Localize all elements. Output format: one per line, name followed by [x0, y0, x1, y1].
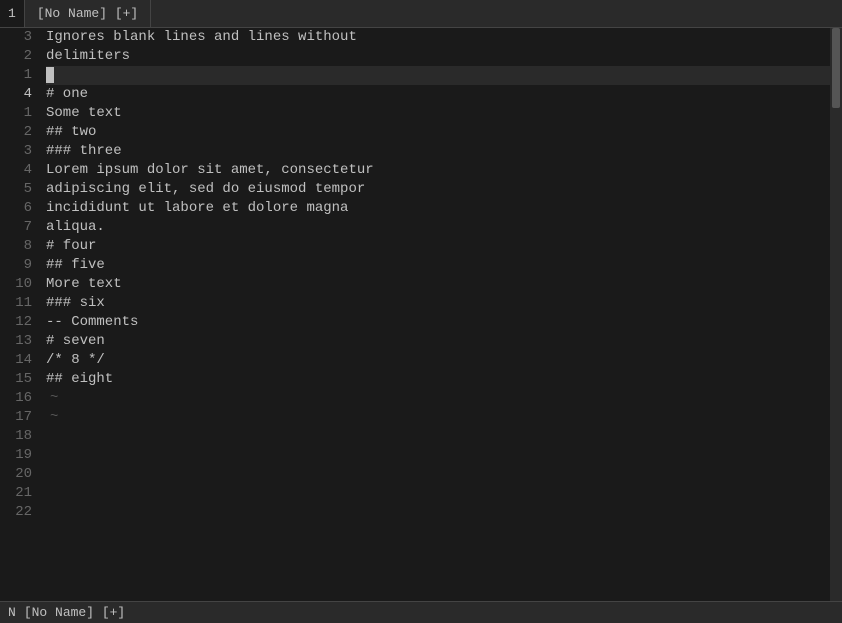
scrollbar-thumb[interactable] — [832, 28, 840, 108]
line-number: 2 — [6, 47, 32, 66]
line-number: 14 — [6, 351, 32, 370]
tab-item[interactable]: [No Name] [+] — [25, 0, 151, 27]
line-number: 5 — [6, 180, 32, 199]
line-number: 15 — [6, 370, 32, 389]
line-number: 4 — [6, 161, 32, 180]
code-line: Lorem ipsum dolor sit amet, consectetur — [46, 161, 830, 180]
line-number: 8 — [6, 237, 32, 256]
code-area[interactable]: Ignores blank lines and lines withoutdel… — [40, 28, 830, 601]
line-number: 16 — [6, 389, 32, 408]
line-number: 18 — [6, 427, 32, 446]
code-line: ## five — [46, 256, 830, 275]
code-line: /* 8 */ — [46, 351, 830, 370]
line-number: 2 — [6, 123, 32, 142]
line-numbers: 321412345678910111213141516171819202122 — [0, 28, 40, 601]
code-line: incididunt ut labore et dolore magna — [46, 199, 830, 218]
tilde-line: ~ — [50, 408, 830, 427]
line-number: 12 — [6, 313, 32, 332]
code-line: # four — [46, 237, 830, 256]
line-number: 17 — [6, 408, 32, 427]
tab-number: 1 — [0, 0, 25, 27]
code-line — [46, 66, 830, 85]
line-number: 11 — [6, 294, 32, 313]
line-number: 4 — [6, 85, 32, 104]
code-line: adipiscing elit, sed do eiusmod tempor — [46, 180, 830, 199]
line-number: 19 — [6, 446, 32, 465]
code-line: More text — [46, 275, 830, 294]
code-line: Ignores blank lines and lines without — [46, 28, 830, 47]
code-line: ## eight — [46, 370, 830, 389]
code-line: # seven — [46, 332, 830, 351]
line-number: 3 — [6, 28, 32, 47]
line-number: 3 — [6, 142, 32, 161]
tilde-line: ~ — [50, 389, 830, 408]
status-bar: N [No Name] [+] — [0, 601, 842, 623]
code-line: ## two — [46, 123, 830, 142]
code-line: -- Comments — [46, 313, 830, 332]
line-number: 1 — [6, 66, 32, 85]
editor-area: 321412345678910111213141516171819202122 … — [0, 28, 842, 601]
line-number: 13 — [6, 332, 32, 351]
tilde-area: ~~ — [46, 389, 830, 427]
code-line: # one — [46, 85, 830, 104]
status-mode: N — [8, 605, 16, 620]
line-number: 10 — [6, 275, 32, 294]
line-number: 9 — [6, 256, 32, 275]
line-number: 6 — [6, 199, 32, 218]
line-number: 7 — [6, 218, 32, 237]
line-number: 1 — [6, 104, 32, 123]
code-line: Some text — [46, 104, 830, 123]
code-line: aliqua. — [46, 218, 830, 237]
code-line: ### three — [46, 142, 830, 161]
scrollbar[interactable] — [830, 28, 842, 601]
line-number: 21 — [6, 484, 32, 503]
code-line: ### six — [46, 294, 830, 313]
cursor — [46, 67, 54, 83]
status-filename: [No Name] [+] — [24, 605, 125, 620]
line-number: 22 — [6, 503, 32, 522]
tab-bar: 1 [No Name] [+] — [0, 0, 842, 28]
code-line: delimiters — [46, 47, 830, 66]
line-number: 20 — [6, 465, 32, 484]
